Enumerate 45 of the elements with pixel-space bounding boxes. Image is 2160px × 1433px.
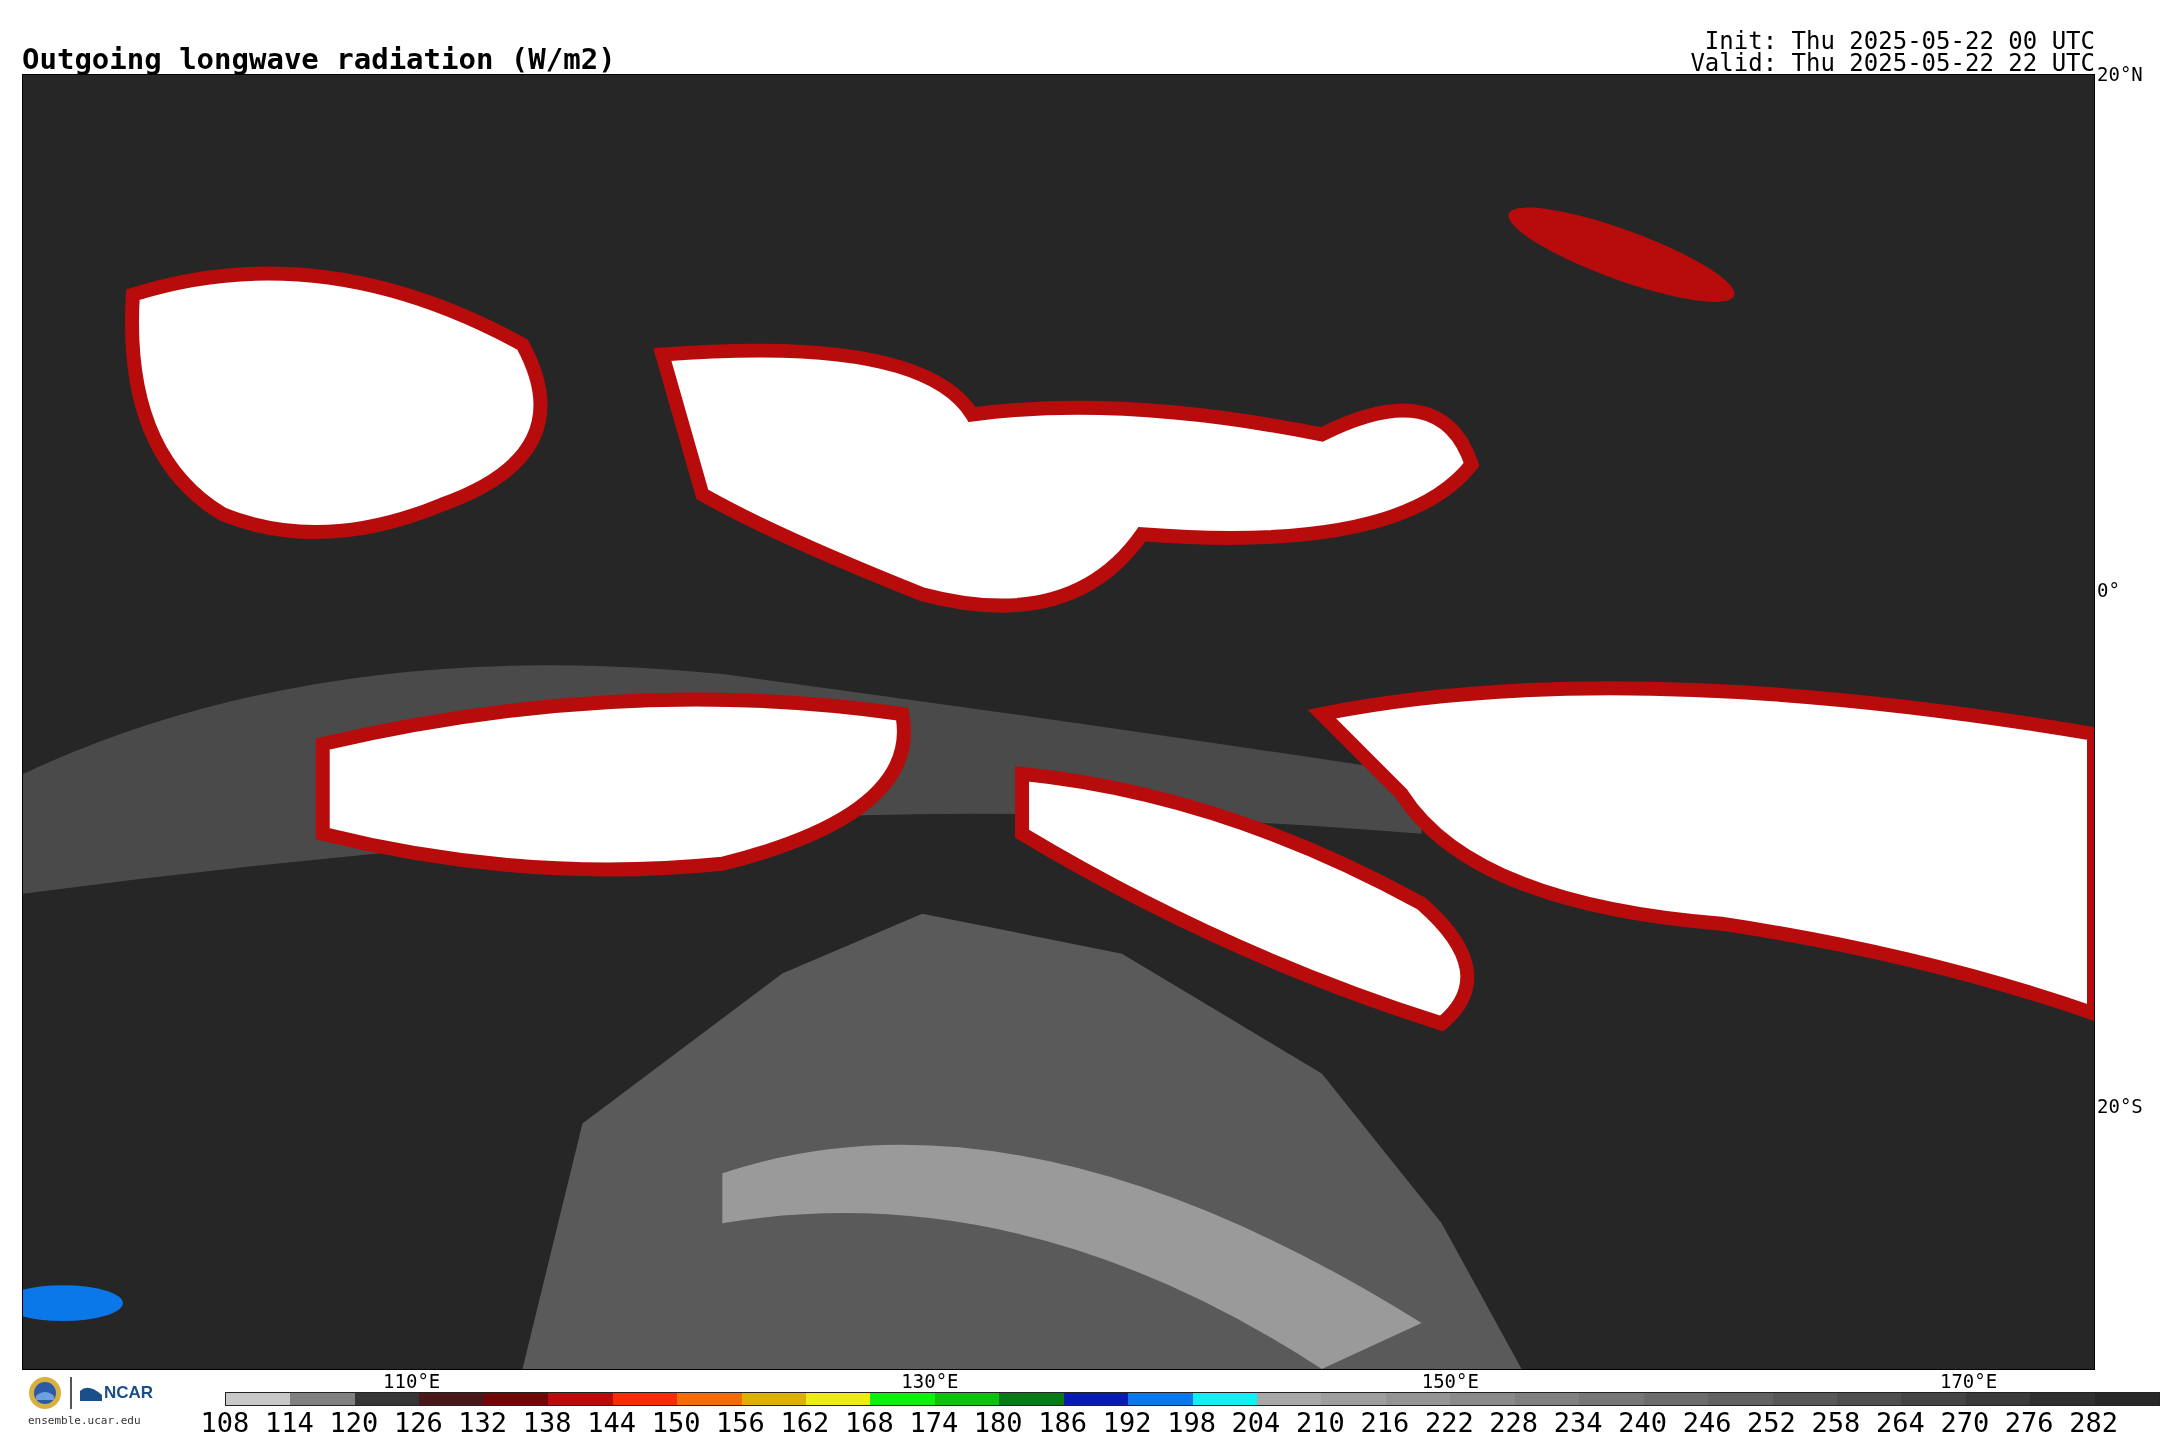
longitude-label: 170°E — [1939, 1372, 1998, 1391]
colorbar-tick-label: 234 — [1553, 1406, 1603, 1433]
colorbar-tick-label: 264 — [1876, 1406, 1925, 1433]
colorbar-tick-label: 144 — [587, 1406, 636, 1433]
colorbar-tick-label: 192 — [1102, 1406, 1152, 1433]
wave-logo-icon — [80, 1385, 102, 1401]
colorbar-tick-label: 138 — [522, 1406, 572, 1433]
longitude-label: 130°E — [901, 1372, 959, 1391]
ncar-logo-text: NCAR — [104, 1383, 154, 1403]
colorbar-tick-label: 282 — [2069, 1406, 2119, 1433]
colorbar-tick-label: 168 — [845, 1406, 894, 1433]
latitude-label: 20°S — [2097, 1096, 2143, 1116]
colorbar-tick-label: 114 — [265, 1406, 314, 1433]
colorbar-tick-label: 132 — [458, 1406, 508, 1433]
colorbar-tick-label: 126 — [393, 1406, 443, 1433]
longitude-label: 110°E — [383, 1372, 441, 1391]
init-time: Init: Thu 2025-05-22 00 UTC — [1704, 30, 2095, 52]
colorbar-tick-label: 258 — [1811, 1406, 1861, 1433]
colorbar-tick-label: 246 — [1682, 1406, 1732, 1433]
colorbar-tick-label: 162 — [780, 1406, 830, 1433]
colorbar-tick-label: 174 — [909, 1406, 959, 1433]
site-url: ensemble.ucar.edu — [28, 1414, 141, 1427]
valid-time: Valid: Thu 2025-05-22 22 UTC — [1690, 52, 2095, 74]
colorbar-tick-label: 276 — [2004, 1406, 2054, 1433]
colorbar-tick-label: 252 — [1747, 1406, 1796, 1433]
latitude-label: 20°N — [2097, 64, 2143, 84]
seal-logo-icon — [28, 1376, 62, 1410]
latitude-label: 0° — [2097, 580, 2120, 600]
colorbar-tick-label: 198 — [1167, 1406, 1216, 1433]
colorbar-tick-label: 222 — [1424, 1406, 1474, 1433]
colorbar-tick-label: 120 — [329, 1406, 379, 1433]
colorbar-tick-label: 204 — [1231, 1406, 1281, 1433]
colorbar-tick-label: 216 — [1360, 1406, 1410, 1433]
divider-icon — [70, 1377, 72, 1409]
colorbar-tick-label: 186 — [1038, 1406, 1088, 1433]
colorbar-tick-label: 210 — [1296, 1406, 1345, 1433]
colorbar-tick-label: 108 — [200, 1406, 250, 1433]
colorbar-tick-label: 270 — [1940, 1406, 1990, 1433]
chart-title: Outgoing longwave radiation (W/m2) — [22, 45, 616, 74]
colorbar-tick-label: 150 — [651, 1406, 701, 1433]
colorbar-tick-label: 240 — [1618, 1406, 1667, 1433]
colorbar-tick-label: 228 — [1489, 1406, 1539, 1433]
colorbar-tick-label: 156 — [716, 1406, 765, 1433]
colorbar-tick-label: 180 — [973, 1406, 1023, 1433]
longitude-label: 150°E — [1421, 1372, 1479, 1391]
